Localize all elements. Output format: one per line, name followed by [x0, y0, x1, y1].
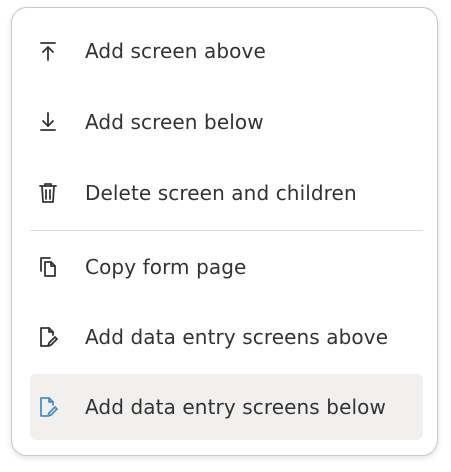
delete-screen-menu-item[interactable]: Delete screen and children — [30, 160, 423, 226]
arrow-up-to-line-icon — [38, 39, 58, 63]
add-screen-above-menu-item[interactable]: Add screen above — [30, 18, 423, 84]
menu-item-label: Add screen below — [85, 110, 264, 134]
copy-icon — [38, 255, 58, 279]
add-screen-below-menu-item[interactable]: Add screen below — [30, 89, 423, 155]
file-edit-icon — [38, 325, 58, 349]
menu-item-label: Delete screen and children — [85, 181, 357, 205]
menu-item-label: Copy form page — [85, 255, 247, 279]
add-data-entry-above-menu-item[interactable]: Add data entry screens above — [30, 304, 423, 370]
menu-item-label: Add screen above — [85, 39, 266, 63]
context-menu: Add screen above Add screen below Delete… — [11, 7, 438, 456]
file-edit-icon — [38, 395, 58, 419]
trash-icon — [38, 181, 58, 205]
menu-item-label: Add data entry screens above — [85, 325, 389, 349]
menu-item-label: Add data entry screens below — [85, 395, 386, 419]
copy-form-page-menu-item[interactable]: Copy form page — [30, 234, 423, 300]
add-data-entry-below-menu-item[interactable]: Add data entry screens below — [30, 374, 423, 440]
menu-divider — [30, 230, 423, 231]
arrow-down-to-line-icon — [38, 110, 58, 134]
